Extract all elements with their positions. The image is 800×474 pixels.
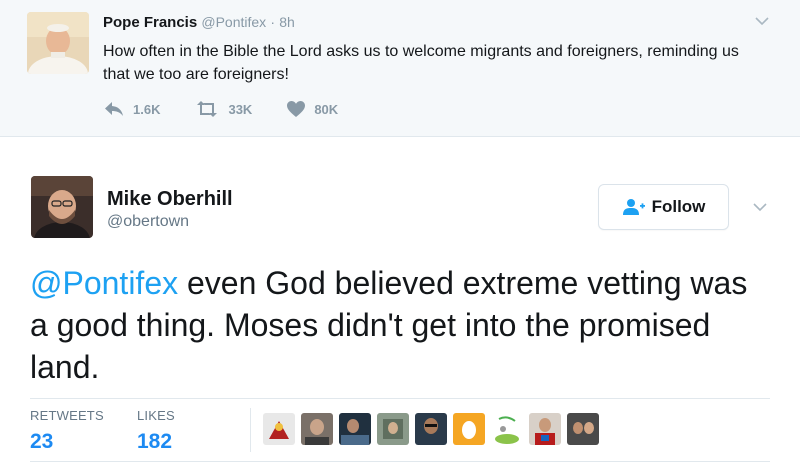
retweet-count: 33K: [228, 101, 253, 117]
mike-oberhill-avatar[interactable]: [31, 176, 93, 238]
follow-label: Follow: [651, 197, 706, 216]
author-handle[interactable]: @obertown: [107, 213, 189, 231]
liker-avatar[interactable]: [453, 413, 485, 445]
liker-avatar[interactable]: [377, 413, 409, 445]
retweet-button[interactable]: 33K: [194, 100, 252, 118]
retweet-icon: [197, 101, 218, 117]
parent-author-name[interactable]: Pope Francis: [103, 14, 197, 31]
author-name[interactable]: Mike Oberhill: [107, 188, 233, 211]
parent-author-handle[interactable]: @Pontifex: [201, 14, 266, 30]
liker-avatar[interactable]: [415, 413, 447, 445]
bottom-divider: [30, 461, 770, 462]
chevron-down-icon[interactable]: [752, 200, 768, 214]
reply-button[interactable]: 1.6K: [103, 100, 160, 118]
add-user-icon: [622, 199, 645, 215]
likes-stat[interactable]: LIKES 182: [137, 408, 175, 454]
liker-avatar[interactable]: [263, 413, 295, 445]
parent-tweet-text: How often in the Bible the Lord asks us …: [103, 43, 739, 83]
stats-divider: [250, 408, 251, 452]
chevron-down-icon[interactable]: [754, 14, 770, 28]
like-count: 80K: [314, 101, 339, 117]
likes-count: 182: [137, 430, 173, 453]
liker-avatar[interactable]: [301, 413, 333, 445]
parent-tweet-header: Pope Francis @Pontifex · 8h: [103, 14, 295, 31]
reply-icon: [105, 102, 123, 116]
parent-timestamp[interactable]: 8h: [279, 14, 295, 30]
likers-avatars: [263, 413, 605, 445]
retweets-count: 23: [30, 430, 54, 453]
follow-button[interactable]: Follow: [598, 184, 729, 230]
liker-avatar[interactable]: [339, 413, 371, 445]
mention-link[interactable]: @Pontifex: [30, 265, 178, 301]
likes-label: LIKES: [137, 408, 175, 423]
parent-tweet-actions: 1.6K 33K 80K: [103, 98, 372, 120]
reply-count: 1.6K: [133, 101, 161, 117]
retweets-stat[interactable]: RETWEETS 23: [30, 408, 104, 454]
liker-avatar[interactable]: [491, 413, 523, 445]
parent-header-separator: ·: [270, 14, 276, 30]
parent-tweet[interactable]: Pope Francis @Pontifex · 8h How often in…: [0, 0, 800, 137]
liker-avatar[interactable]: [567, 413, 599, 445]
liker-avatar[interactable]: [529, 413, 561, 445]
like-button[interactable]: 80K: [286, 100, 338, 118]
retweets-label: RETWEETS: [30, 408, 104, 423]
tweet-text: @Pontifex even God believed extreme vett…: [30, 262, 770, 388]
heart-icon: [287, 101, 306, 117]
pope-francis-avatar[interactable]: [27, 12, 89, 74]
divider: [30, 398, 770, 399]
